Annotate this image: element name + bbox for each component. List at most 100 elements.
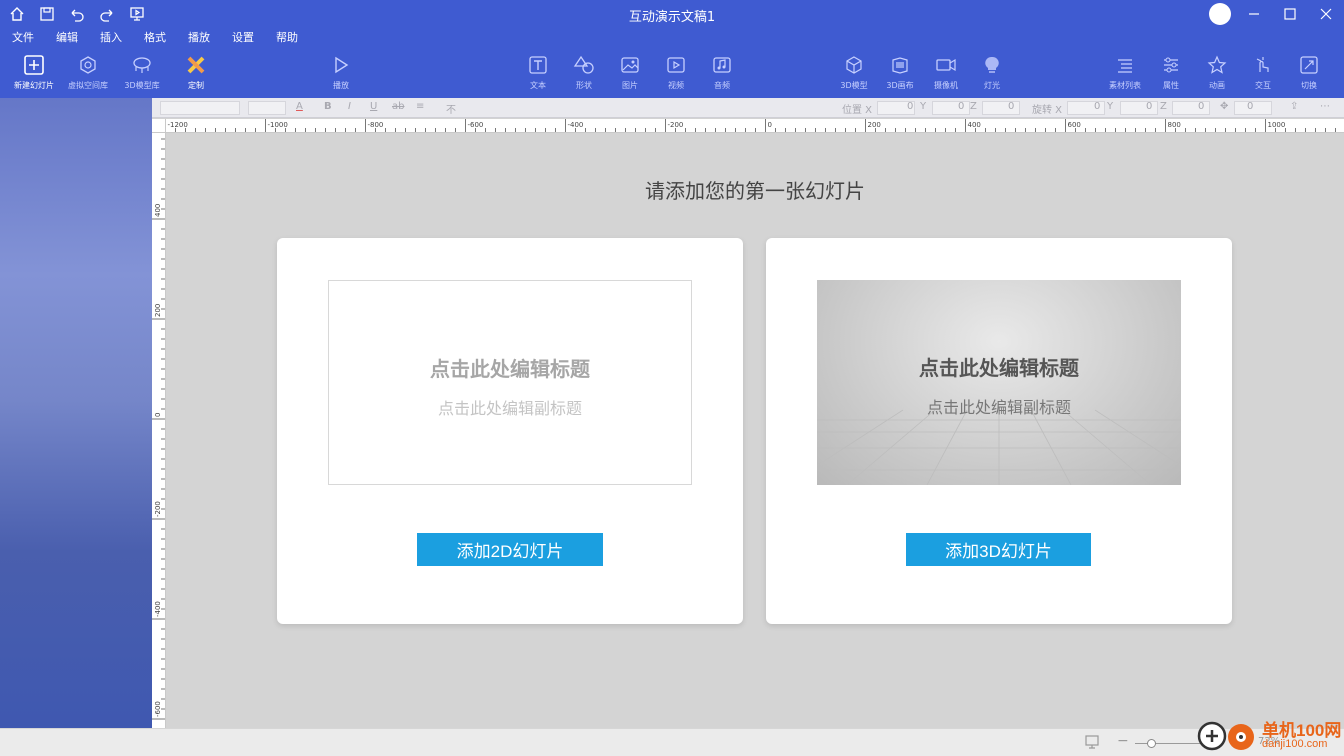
new-slide-button[interactable]: 新建幻灯片 (6, 52, 62, 91)
play-button[interactable]: 播放 (313, 52, 369, 91)
preview-subtitle: 点击此处编辑副标题 (437, 399, 582, 418)
pos-z-label: Z (970, 101, 977, 112)
font-color-button[interactable]: A (296, 101, 303, 112)
add-3d-slide-button[interactable]: 添加3D幻灯片 (906, 533, 1091, 566)
export-icon[interactable]: ⇪ (1290, 101, 1298, 112)
maximize-button[interactable] (1272, 0, 1308, 28)
font-family-select[interactable] (160, 101, 240, 115)
camera-icon (935, 52, 957, 78)
ruler-label: 0 (154, 413, 162, 417)
shape-icon (573, 52, 595, 78)
slide-thumbnail-panel[interactable] (0, 98, 152, 728)
user-avatar[interactable] (1209, 3, 1231, 25)
play-icon (331, 52, 351, 78)
interact-icon (1253, 52, 1273, 78)
video-icon (666, 52, 686, 78)
editing-canvas[interactable]: 请添加您的第一张幻灯片 点击此处编辑标题 点击此处编辑副标题 添加2D幻灯片 点… (166, 133, 1344, 728)
watermark-url: danji100.com (1262, 738, 1328, 750)
valign-button[interactable]: 不 (446, 101, 456, 116)
ruler-label: 400 (968, 121, 981, 129)
menu-insert[interactable]: 插入 (100, 28, 122, 48)
close-button[interactable] (1308, 0, 1344, 28)
play-label: 播放 (333, 81, 349, 90)
slide-preview-2d[interactable]: 点击此处编辑标题 点击此处编辑副标题 (328, 280, 692, 485)
animation-label: 动画 (1209, 81, 1225, 90)
ruler-label: -200 (668, 121, 684, 129)
italic-button[interactable]: I (348, 101, 351, 112)
customize-icon (186, 52, 206, 78)
menu-edit[interactable]: 编辑 (56, 28, 78, 48)
vertical-ruler: 400 200 0 -200 -400 -600 (152, 133, 166, 728)
model-library-button[interactable]: 3D模型库 (114, 52, 170, 91)
customize-button[interactable]: 定制 (168, 52, 224, 91)
audio-label: 音频 (714, 81, 730, 90)
menu-bar: 文件 编辑 插入 格式 播放 设置 帮助 (0, 28, 1344, 48)
underline-button[interactable]: U (370, 101, 377, 112)
preview-subtitle: 点击此处编辑副标题 (926, 398, 1071, 417)
fit-screen-icon[interactable] (1084, 734, 1100, 753)
menu-file[interactable]: 文件 (12, 28, 34, 48)
preview-title: 点击此处编辑标题 (919, 356, 1079, 380)
ruler-label: -1200 (168, 121, 188, 129)
ruler-label: -200 (154, 501, 162, 517)
card-2d: 点击此处编辑标题 点击此处编辑副标题 添加2D幻灯片 (277, 238, 743, 624)
align-button[interactable]: ≡ (416, 101, 424, 112)
rot-x-value: 0 (1094, 101, 1101, 112)
pos-z-value: 0 (1008, 101, 1015, 112)
new-slide-icon (23, 52, 45, 78)
slide-preview-3d[interactable]: 点击此处编辑标题 点击此处编辑副标题 (817, 280, 1181, 485)
list-icon (1115, 52, 1135, 78)
menu-settings[interactable]: 设置 (232, 28, 254, 48)
asset-list-label: 素材列表 (1109, 81, 1141, 90)
pos-y-value: 0 (958, 101, 965, 112)
ribbon-toolbar: 新建幻灯片 虚拟空间库 3D模型库 定制 播放 文本 形状 图片 视频 音频 3… (0, 48, 1344, 98)
menu-format[interactable]: 格式 (144, 28, 166, 48)
ruler-label: 200 (868, 121, 881, 129)
text-label: 文本 (530, 81, 546, 90)
bold-button[interactable]: B (324, 101, 332, 112)
properties-label: 属性 (1163, 81, 1179, 90)
image-icon (620, 52, 640, 78)
audio-button[interactable]: 音频 (694, 52, 750, 91)
ruler-label: -400 (568, 121, 584, 129)
ruler-label: 200 (154, 304, 162, 317)
scale-value: 0 (1247, 101, 1254, 112)
ruler-corner (152, 119, 166, 133)
camera-label: 摄像机 (934, 81, 958, 90)
customize-label: 定制 (188, 81, 204, 90)
model-library-label: 3D模型库 (124, 81, 160, 90)
floor-grid (817, 409, 1181, 485)
virtual-space-label: 虚拟空间库 (68, 81, 108, 90)
menu-play[interactable]: 播放 (188, 28, 210, 48)
transition-icon (1299, 52, 1319, 78)
menu-help[interactable]: 帮助 (276, 28, 298, 48)
minimize-button[interactable] (1236, 0, 1272, 28)
more-icon[interactable]: ⋯ (1320, 101, 1330, 112)
light-icon (982, 52, 1002, 78)
move-icon[interactable]: ✥ (1220, 101, 1228, 112)
horizontal-ruler: -1200 -1000 -800 -600 -400 -200 0 200 400 600 800 1… (166, 119, 1344, 133)
interaction-label: 交互 (1255, 81, 1271, 90)
strikethrough-button[interactable]: ab (392, 101, 404, 112)
zoom-slider[interactable] (1135, 743, 1205, 744)
transition-button[interactable]: 切换 (1281, 52, 1337, 91)
sliders-icon (1161, 52, 1181, 78)
ruler-label: -800 (368, 121, 384, 129)
pos-y-label: Y (920, 101, 927, 112)
virtual-space-button[interactable]: 虚拟空间库 (60, 52, 116, 91)
rotation-label: 旋转 X (1032, 105, 1063, 116)
pos-x-label: 位置 X (842, 105, 873, 116)
ruler-label: -600 (468, 121, 484, 129)
star-icon (1207, 52, 1227, 78)
add-2d-slide-button[interactable]: 添加2D幻灯片 (417, 533, 603, 566)
light-button[interactable]: 灯光 (964, 52, 1020, 91)
ruler-label: -600 (154, 701, 162, 717)
pos-x-value: 0 (907, 101, 914, 112)
zoom-out-button[interactable]: − (1117, 733, 1129, 749)
zoom-slider-handle[interactable] (1147, 739, 1156, 748)
canvas3d-icon (890, 52, 910, 78)
font-size-select[interactable] (248, 101, 286, 115)
rot-y-label: Y (1107, 101, 1114, 112)
ruler-label: -400 (154, 601, 162, 617)
status-bar: − 72% (0, 728, 1344, 756)
